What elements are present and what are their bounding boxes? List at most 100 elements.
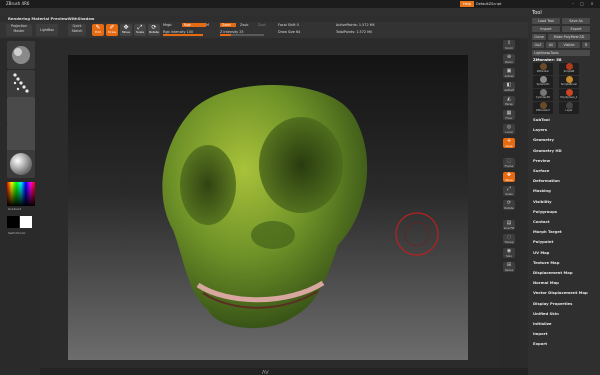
goz-all-button[interactable]: All (546, 42, 556, 48)
close-icon[interactable]: × (589, 1, 595, 7)
right-tool-gxyz[interactable]: ✛ Gxyz (503, 138, 515, 148)
right-tool-scroll[interactable]: ⇳ Scroll (503, 40, 515, 50)
subpalette-display-properties[interactable]: Display Properties (533, 301, 572, 306)
document-canvas[interactable] (68, 55, 468, 360)
clone-button[interactable]: Clone (532, 34, 546, 40)
stroke-thumbnail[interactable] (7, 70, 35, 98)
tool-thumbnail-preview-icon (565, 76, 573, 83)
right-tool-persp[interactable]: ◭ Persp (503, 96, 515, 106)
help-button[interactable]: Help (460, 1, 474, 7)
draw-tool-button[interactable]: ✐ Draw (106, 24, 118, 36)
right-tool-aahalf[interactable]: ◧ AAHalf (503, 82, 515, 92)
z-intensity-slider[interactable]: Z Intensity 25 (220, 30, 264, 36)
m-toggle[interactable]: M (206, 23, 209, 27)
save-as-button[interactable]: Save As (562, 18, 590, 24)
edit-tool-button[interactable]: ✎ Edit (92, 24, 104, 36)
subpalette-unified-skin[interactable]: Unified Skin (533, 311, 559, 316)
tool-thumbnail-1[interactable]: SimpleB (559, 63, 579, 75)
subpalette-polypaint[interactable]: Polypaint (533, 239, 553, 244)
total-points: TotalPoints: 1.572 Mil (336, 30, 372, 34)
subpalette-displacement-map[interactable]: Displacement Map (533, 270, 573, 275)
make-polymesh-button[interactable]: Make PolyMesh3D (548, 34, 590, 40)
tool-thumbnail-0[interactable]: ZMonster (533, 63, 553, 75)
focal-shift-slider[interactable]: Focal Shift 0 (278, 23, 299, 27)
color-picker-shade (7, 182, 35, 206)
texture-thumbnail[interactable] (7, 124, 35, 152)
subpalette-vector-displacement-map[interactable]: Vector Displacement Map (533, 290, 588, 295)
primary-color-swatch[interactable] (20, 216, 32, 228)
subpalette-normal-map[interactable]: Normal Map (533, 280, 559, 285)
goz-button[interactable]: GoZ (532, 42, 544, 48)
subpalette-morph-target[interactable]: Morph Target (533, 229, 562, 234)
minimize-icon[interactable]: – (570, 1, 576, 7)
quick-sketch-button[interactable]: Quick Sketch (68, 24, 86, 36)
default-script-label[interactable]: DefaultZScript (476, 0, 501, 8)
right-tool-move[interactable]: ✥ Move (503, 172, 515, 182)
subpalette-geometry[interactable]: Geometry (533, 137, 554, 142)
subpalette-initialize[interactable]: Initialize (533, 321, 551, 326)
draw-size-slider[interactable]: Draw Size 64 (278, 30, 300, 34)
subpalette-export[interactable]: Export (533, 341, 547, 346)
zcut-toggle[interactable]: Zcut (258, 23, 266, 27)
lightbox-tools-button[interactable]: Lightbox▸Tools (532, 50, 590, 56)
right-tool-zoom[interactable]: ⊕ Zoom (503, 54, 515, 64)
subpalette-preview[interactable]: Preview (533, 158, 550, 163)
right-tool-actual[interactable]: ▣ Actual (503, 68, 515, 78)
lightbox-button[interactable]: LightBox (36, 24, 58, 36)
right-tool-local[interactable]: ◎ Local (503, 124, 515, 134)
subpalette-visibility[interactable]: Visibility (533, 199, 552, 204)
right-tool-frame[interactable]: ⬚ Frame (503, 158, 515, 168)
switch-color-label[interactable]: SwitchColor (8, 231, 26, 235)
right-tool-line-fill[interactable]: ▤ Line Fill (503, 220, 515, 230)
maximize-icon[interactable]: □ (579, 1, 585, 7)
material-thumbnail[interactable] (7, 150, 35, 178)
rgb-intensity-slider[interactable]: Rgb Intensity 100 (163, 30, 203, 36)
goz-visible-button[interactable]: Visible (558, 42, 580, 48)
rgb-toggle[interactable]: Rgb (182, 23, 206, 27)
subpalette-uv-map[interactable]: UV Map (533, 250, 549, 255)
tool-thumbnail-6[interactable]: ZMonster2 (533, 102, 553, 114)
right-tool-solo[interactable]: ◉ Solo (503, 248, 515, 258)
projection-master-button[interactable]: Projection Master (6, 24, 32, 36)
subpalette-subtool[interactable]: SubTool (533, 117, 550, 122)
subpalette-surface[interactable]: Surface (533, 168, 549, 173)
tool-thumbnail-4[interactable]: Cylinder3D (533, 89, 553, 101)
zsub-toggle[interactable]: Zsub (240, 23, 248, 27)
scale-tool-button[interactable]: ⤢ Scale (134, 24, 146, 36)
import-button[interactable]: Import (532, 26, 560, 32)
subpalette-layers[interactable]: Layers (533, 127, 547, 132)
z-intensity-label: Z Intensity (220, 30, 239, 34)
right-tool-label: Frame (504, 164, 514, 168)
mrgb-toggle[interactable]: Mrgb (163, 23, 172, 28)
subpalette-contact[interactable]: Contact (533, 219, 550, 224)
load-tool-button[interactable]: Load Tool (532, 18, 560, 24)
draw-size-label: Draw Size (278, 30, 295, 34)
right-tool-transp[interactable]: ◌ Transp (503, 234, 515, 244)
right-tool-scale[interactable]: ⤢ Scale (503, 186, 515, 196)
brush-thumbnail[interactable] (7, 41, 35, 69)
right-tool-floor[interactable]: ▦ Floor (503, 110, 515, 120)
subpalette-masking[interactable]: Masking (533, 188, 551, 193)
bottom-tray-toggle-icon[interactable]: ⋀⋁ (262, 368, 269, 375)
subpalette-polygroups[interactable]: Polygroups (533, 209, 557, 214)
tool-thumbnail-3[interactable]: SimpleBrush (559, 76, 579, 88)
tool-thumbnail-7[interactable]: Layer (559, 102, 579, 114)
export-button[interactable]: Export (562, 26, 590, 32)
tool-thumbnail-2[interactable]: Sphere3D (533, 76, 553, 88)
rotate-tool-button[interactable]: ⟳ Rotate (148, 24, 160, 36)
alpha-thumbnail[interactable] (7, 97, 35, 125)
subpalette-geometry-hd[interactable]: Geometry HD (533, 148, 562, 153)
subpalette-deformation[interactable]: Deformation (533, 178, 560, 183)
right-tool-label: Xpose (504, 268, 514, 272)
right-tool-rotate[interactable]: ⟳ Rotate (503, 200, 515, 210)
move-tool-button[interactable]: ✥ Move (120, 24, 132, 36)
secondary-color-swatch[interactable] (7, 216, 19, 228)
subpalette-texture-map[interactable]: Texture Map (533, 260, 559, 265)
zadd-toggle[interactable]: Zadd (220, 23, 236, 27)
right-tool-xpose[interactable]: ⊞ Xpose (503, 262, 515, 272)
color-picker[interactable] (7, 182, 35, 206)
goz-r-button[interactable]: R (582, 42, 590, 48)
tool-thumbnail-5[interactable]: PolySphere_1 (559, 89, 579, 101)
subpalette-import[interactable]: Import (533, 331, 547, 336)
gradient-label[interactable]: Gradient (8, 207, 21, 211)
